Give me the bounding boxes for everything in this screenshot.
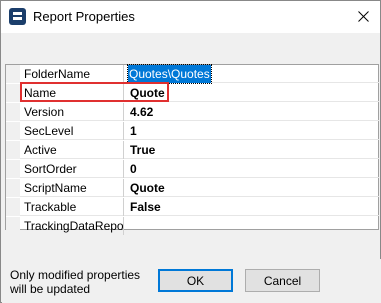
window-title: Report Properties [33, 9, 135, 24]
title-bar: Report Properties [1, 1, 380, 33]
modified-properties-note: Only modified properties will be updated [10, 268, 141, 296]
property-row-version[interactable]: Version 4.62 [6, 103, 379, 121]
property-name: Version [23, 103, 124, 121]
property-value[interactable]: 0 [128, 160, 137, 178]
property-value[interactable]: 1 [128, 122, 137, 140]
property-row-seclevel[interactable]: SecLevel 1 [6, 122, 379, 140]
property-name: TrackingDataReport [24, 217, 124, 235]
report-app-icon [9, 8, 26, 25]
report-properties-dialog: Report Properties FolderName Quotes\Quot… [0, 0, 381, 303]
property-name: Name [23, 84, 124, 102]
cancel-button[interactable]: Cancel [245, 269, 320, 292]
property-name: SortOrder [23, 160, 124, 178]
ok-button[interactable]: OK [158, 269, 233, 292]
property-grid[interactable]: FolderName Quotes\Quotes Name Quote Vers… [5, 64, 379, 235]
property-name: Trackable [23, 198, 124, 216]
property-name: Active [23, 141, 124, 159]
property-row-trackable[interactable]: Trackable False [6, 198, 379, 216]
property-value[interactable]: Quote [128, 179, 165, 197]
property-name: ScriptName [23, 179, 124, 197]
property-value[interactable]: Quote [128, 84, 165, 102]
property-row-name[interactable]: Name Quote [6, 84, 379, 102]
property-name: SecLevel [23, 122, 124, 140]
property-value-selected[interactable]: Quotes\Quotes [127, 64, 212, 84]
property-value[interactable]: False [128, 198, 161, 216]
property-row-trackingdatareport[interactable]: TrackingDataReport [6, 217, 379, 235]
property-row-sortorder[interactable]: SortOrder 0 [6, 160, 379, 178]
property-row-active[interactable]: Active True [6, 141, 379, 159]
dialog-footer: Only modified properties will be updated… [2, 259, 381, 303]
property-value[interactable] [128, 217, 130, 235]
close-button[interactable] [346, 1, 380, 33]
property-name: FolderName [23, 65, 124, 83]
property-row-scriptname[interactable]: ScriptName Quote [6, 179, 379, 197]
property-value[interactable]: 4.62 [128, 103, 153, 121]
close-icon [358, 11, 369, 22]
property-value[interactable]: True [128, 141, 155, 159]
property-row-foldername[interactable]: FolderName Quotes\Quotes [6, 64, 379, 84]
